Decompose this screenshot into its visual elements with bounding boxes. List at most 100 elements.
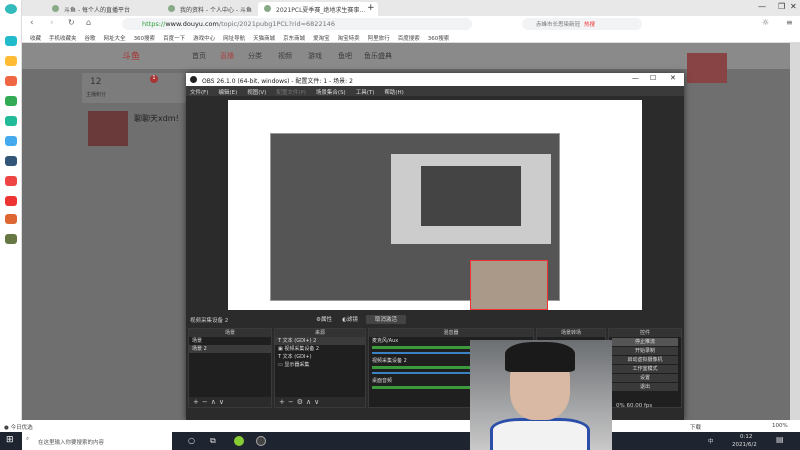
forward-icon[interactable]: › xyxy=(50,18,54,28)
sidebar-app-icon[interactable] xyxy=(5,234,17,244)
exit-button[interactable]: 退出 xyxy=(612,383,678,391)
bookmark[interactable]: 百度一下 xyxy=(163,36,185,42)
stop-streaming-button[interactable]: 停止推流 xyxy=(612,338,678,346)
close-button[interactable]: ✕ xyxy=(790,2,797,11)
start-virtual-camera-button[interactable]: 启动虚拟摄像机 xyxy=(612,356,678,364)
clock-date[interactable]: 2021/6/2 xyxy=(732,442,757,448)
sidebar-app-icon[interactable] xyxy=(5,214,17,224)
sidebar-app-icon[interactable] xyxy=(5,76,17,86)
menu-view[interactable]: 视图(V) xyxy=(247,90,266,96)
home-icon[interactable]: ⌂ xyxy=(86,18,91,27)
bookmark[interactable]: 网址导航 xyxy=(223,36,245,42)
back-icon[interactable]: ‹ xyxy=(30,18,34,28)
source-item[interactable]: T 文本 (GDI+) xyxy=(275,353,365,361)
settings-icon[interactable]: ☼ xyxy=(762,18,769,27)
menu-scene-collection[interactable]: 场景集合(S) xyxy=(316,90,346,96)
bookmark[interactable]: 谷歌 xyxy=(85,36,96,42)
sidebar-app-icon[interactable] xyxy=(5,176,17,186)
bookmark[interactable]: 淘宝特卖 xyxy=(338,36,360,42)
menu-edit[interactable]: 编辑(E) xyxy=(218,90,237,96)
bookmark[interactable]: 360搜索 xyxy=(134,36,156,42)
browser-tab[interactable]: 我的资料 - 个人中心 - 斗鱼 xyxy=(162,2,272,16)
url-input[interactable]: https://www.douyu.com/topic/2021pubg1PCL… xyxy=(122,18,472,30)
nav-category[interactable]: 分类 xyxy=(248,51,262,61)
bookmark[interactable]: 阿里旅行 xyxy=(368,36,390,42)
source-item[interactable]: T 文本 (GDI+) 2 xyxy=(275,337,365,345)
sidebar-app-icon[interactable] xyxy=(5,116,17,126)
bookmark[interactable]: 360搜索 xyxy=(428,36,450,42)
start-recording-button[interactable]: 开始录制 xyxy=(612,347,678,355)
properties-button[interactable]: ⚙属性 xyxy=(312,315,336,324)
scene-controls[interactable]: +−∧∨ xyxy=(189,397,271,407)
scene-item[interactable]: 场景 xyxy=(189,337,271,345)
menu-help[interactable]: 帮助(H) xyxy=(384,90,403,96)
sidebar-app-icon[interactable] xyxy=(5,156,17,166)
deactivate-button[interactable]: 取消激活 xyxy=(366,315,406,324)
obs-preview[interactable] xyxy=(228,100,642,310)
person-shirt xyxy=(490,418,590,450)
nav-live[interactable]: 直播 xyxy=(220,51,234,61)
bookmark[interactable]: 百度搜索 xyxy=(398,36,420,42)
bookmark[interactable]: 手机收藏夹 xyxy=(49,36,77,42)
bookmark[interactable]: 爱淘宝 xyxy=(313,36,330,42)
page-scrollbar[interactable] xyxy=(790,43,800,420)
bookmark[interactable]: 京东商城 xyxy=(283,36,305,42)
nav-games[interactable]: 游戏 xyxy=(308,51,322,61)
nav-festival[interactable]: 鱼乐盛典 xyxy=(364,51,392,61)
bookmark[interactable]: 游戏中心 xyxy=(193,36,215,42)
new-tab-button[interactable]: + xyxy=(367,3,375,13)
minimize-button[interactable]: — xyxy=(632,74,639,82)
sidebar-app-icon[interactable] xyxy=(5,96,17,106)
bookmark[interactable]: 网址大全 xyxy=(104,36,126,42)
favorites-icon[interactable] xyxy=(5,56,17,66)
close-button[interactable]: ✕ xyxy=(670,74,676,82)
search-input[interactable]: 赤峰市长思染新冠 热搜 xyxy=(522,18,642,30)
scene-item[interactable]: 场景 2 xyxy=(189,345,271,353)
zoom-level[interactable]: 100% xyxy=(772,423,788,429)
settings-button[interactable]: 设置 xyxy=(612,374,678,382)
site-logo[interactable]: 斗鱼 xyxy=(122,49,140,62)
ime-indicator[interactable]: 中 xyxy=(708,437,714,445)
obs-logo-icon xyxy=(190,76,197,83)
menu-tools[interactable]: 工具(T) xyxy=(356,90,375,96)
menu-profile[interactable]: 配置文件(P) xyxy=(276,90,306,96)
menu-file[interactable]: 文件(F) xyxy=(190,90,208,96)
reload-icon[interactable]: ↻ xyxy=(68,18,75,27)
promo-banner[interactable] xyxy=(687,53,727,83)
windows-start-icon[interactable]: ⊞ xyxy=(6,435,14,445)
browser-tab[interactable]: 斗鱼 - 每个人的直播平台 xyxy=(46,2,156,16)
filters-button[interactable]: ◐滤镜 xyxy=(338,315,362,324)
source-item[interactable]: ▭ 显示器采集 xyxy=(275,361,365,369)
address-toolbar: ‹ › ↻ ⌂ https://www.douyu.com/topic/2021… xyxy=(22,16,800,32)
clock-time[interactable]: 0:12 xyxy=(740,434,752,440)
source-controls[interactable]: +−⚙∧∨ xyxy=(275,397,365,407)
minimize-button[interactable]: — xyxy=(758,2,766,11)
notification-badge: 1 xyxy=(150,75,158,83)
nav-home[interactable]: 首页 xyxy=(192,51,206,61)
streamer-avatar[interactable] xyxy=(88,111,128,146)
notification-icon[interactable]: ▤ xyxy=(776,435,784,444)
daily-picks-link[interactable]: ● 今日优选 xyxy=(4,423,33,431)
download-button[interactable]: 下载 xyxy=(690,423,701,431)
browser-taskbar-icon[interactable] xyxy=(234,436,244,446)
maximize-button[interactable]: ☐ xyxy=(650,74,656,82)
cortana-icon[interactable]: ○ xyxy=(188,436,195,445)
bookmark[interactable]: 天猫商城 xyxy=(253,36,275,42)
nav-yuba[interactable]: 鱼吧 xyxy=(338,51,352,61)
taskbar-search[interactable]: ⌕ 在这里输入你要搜索的内容 xyxy=(22,432,172,450)
bookmark[interactable]: 收藏 xyxy=(30,36,41,42)
obs-taskbar-icon[interactable] xyxy=(256,436,266,446)
sidebar-app-icon[interactable] xyxy=(5,36,17,46)
browser-statusbar: ● 今日优选 下载 100% xyxy=(0,420,800,432)
sidebar-app-icon[interactable] xyxy=(5,136,17,146)
menu-icon[interactable]: ≡ xyxy=(786,18,793,27)
nav-video[interactable]: 视频 xyxy=(278,51,292,61)
browser-tab-active[interactable]: 2021PCL夏季赛_绝地求生赛事... xyxy=(258,2,378,16)
source-item[interactable]: ▣ 视频采集设备 2 xyxy=(275,345,365,353)
sidebar-app-icon[interactable] xyxy=(5,196,17,206)
studio-mode-button[interactable]: 工作室模式 xyxy=(612,365,678,373)
streamer-name: 聊聊天xdm! xyxy=(134,114,179,123)
webcam-source-preview[interactable] xyxy=(470,260,548,310)
task-view-icon[interactable]: ⧉ xyxy=(210,436,216,446)
restore-button[interactable]: ❐ xyxy=(778,2,785,11)
